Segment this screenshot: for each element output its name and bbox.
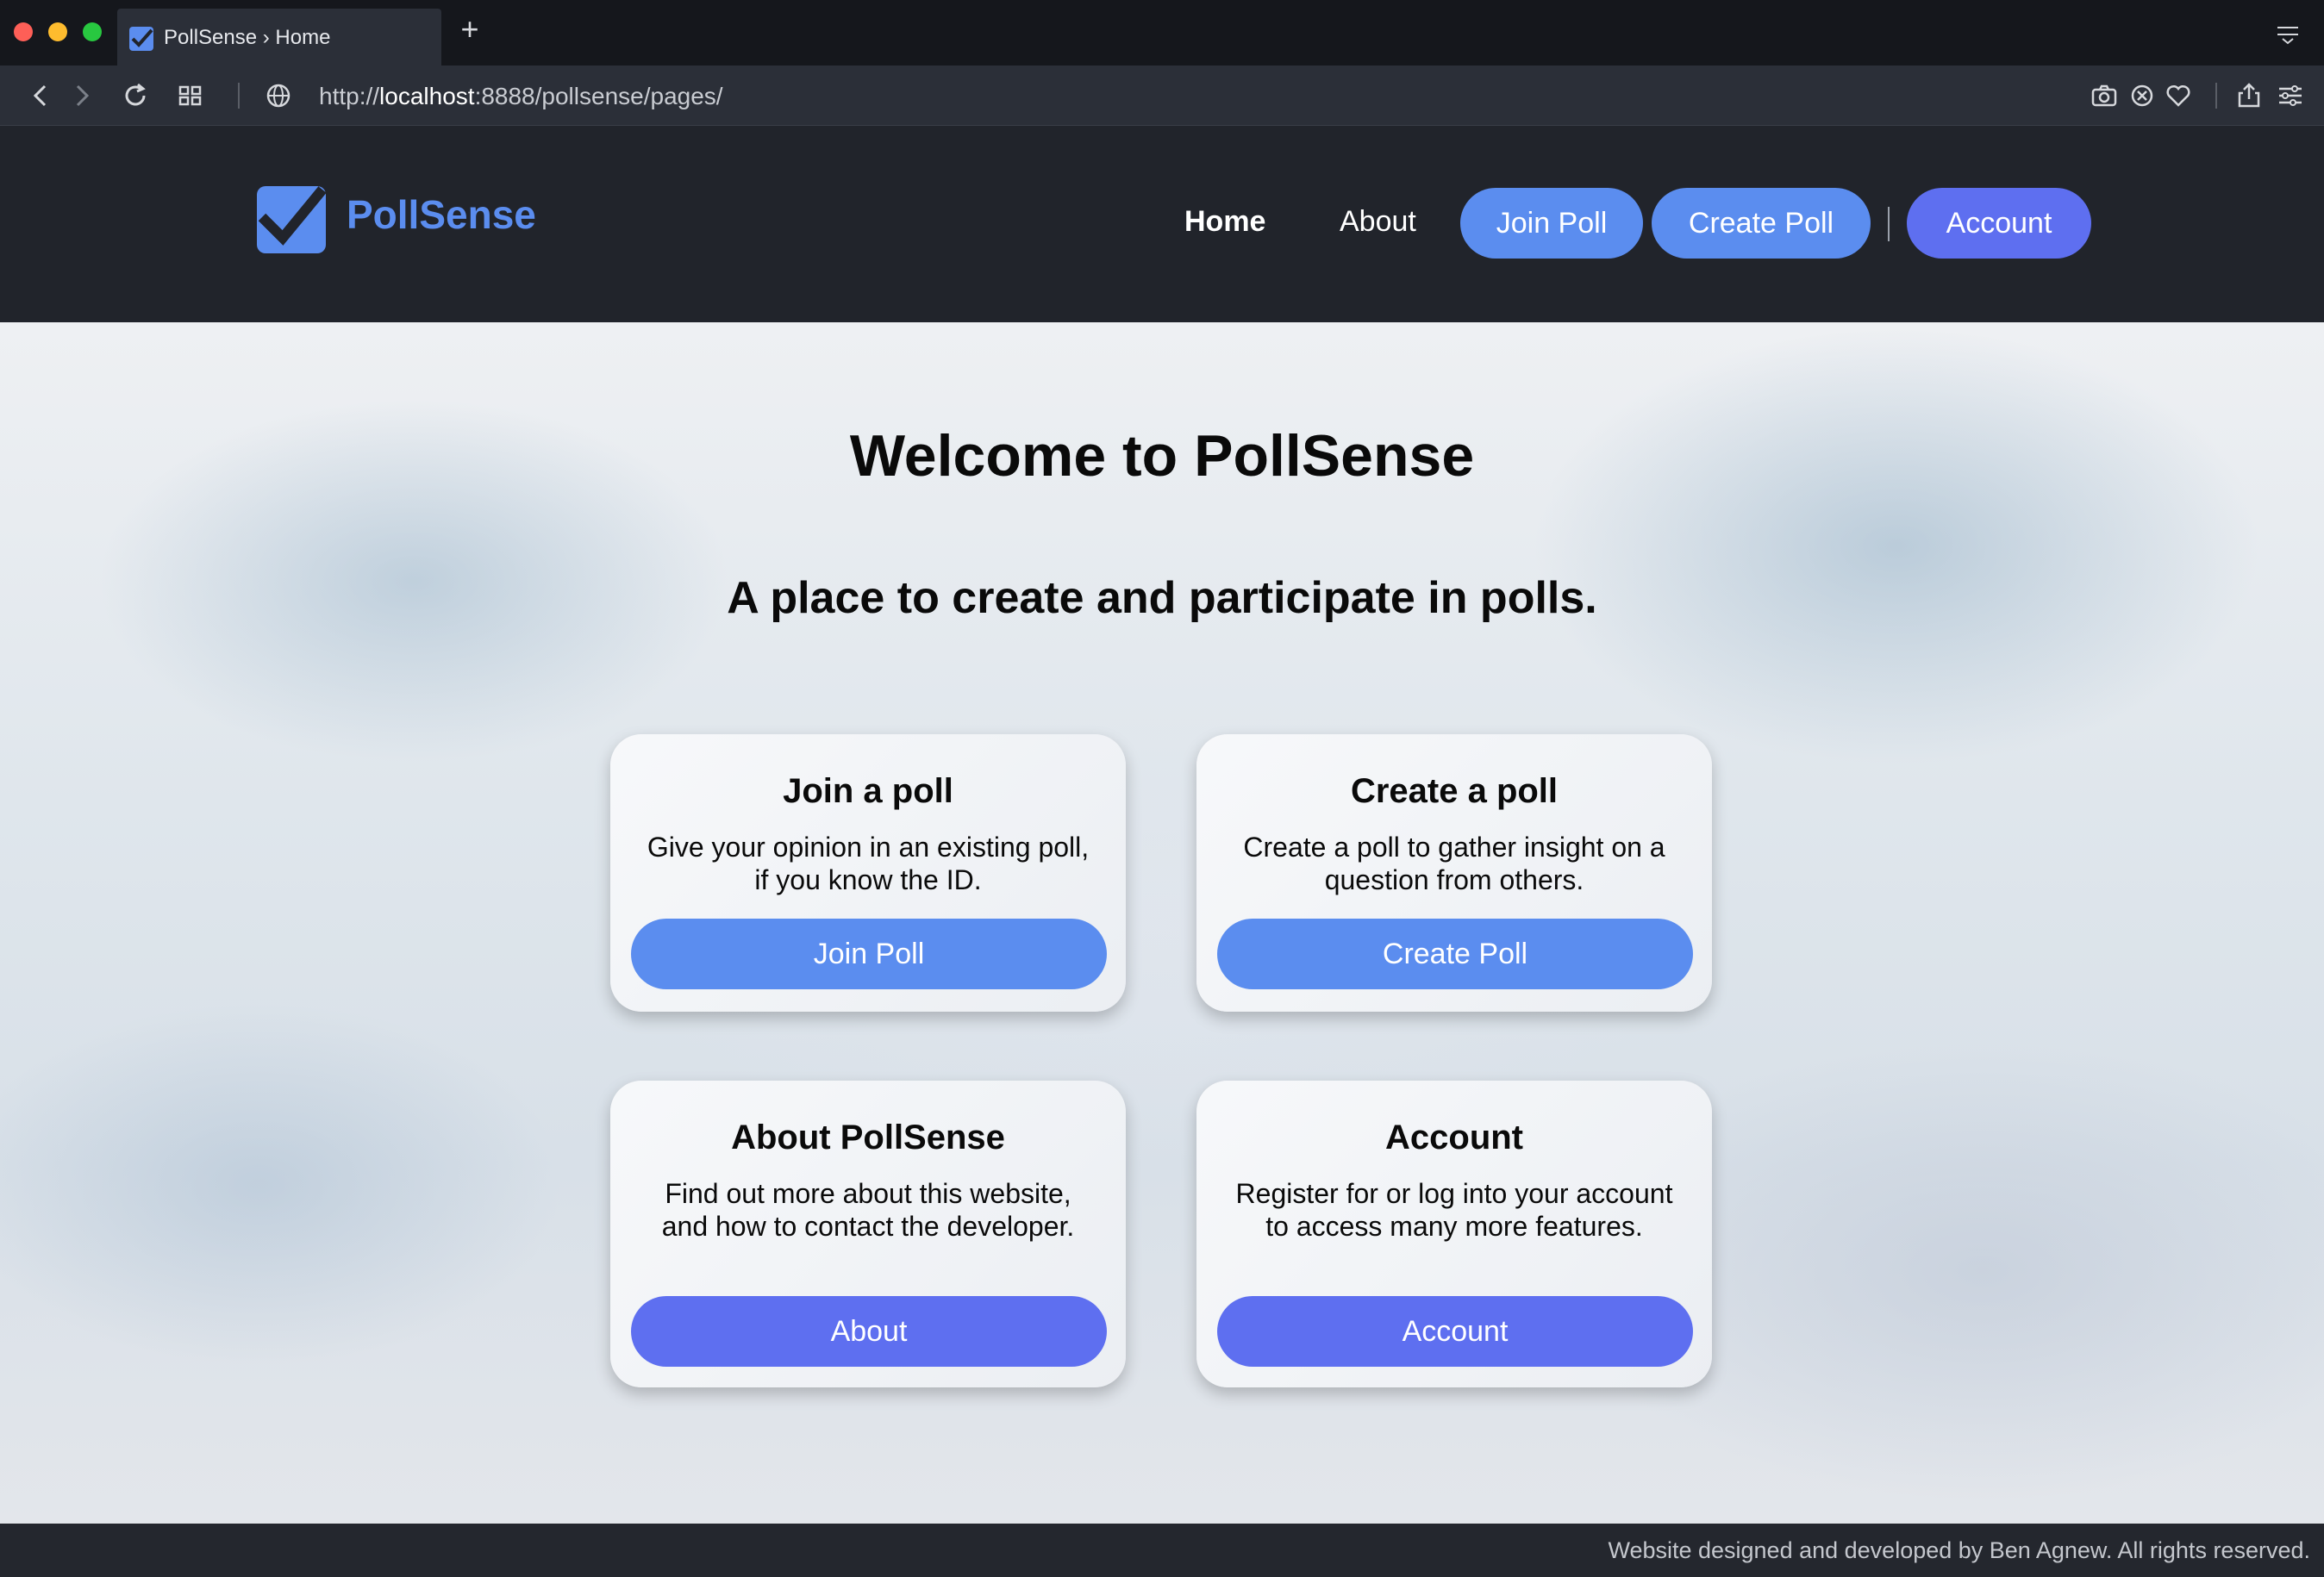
toolbar-divider [238,83,240,109]
card-description: Register for or log into your account to… [1235,1178,1673,1242]
new-tab-button[interactable]: + [457,12,483,47]
page-subtitle: A place to create and participate in pol… [727,573,1597,623]
browser-tab-active[interactable]: PollSense › Home [117,9,441,65]
camera-icon[interactable] [2090,81,2119,110]
site-header: PollSense Home About Join Poll Create Po… [0,126,2324,322]
tab-list-icon[interactable] [2276,24,2300,45]
footer-credits: Website designed and developed by Ben Ag… [1608,1537,2310,1563]
nav-account-button[interactable]: Account [1907,188,2091,259]
maximize-window-button[interactable] [83,22,102,41]
nav-about-link[interactable]: About [1340,205,1416,239]
url-scheme: http:// [319,83,380,109]
checkbox-check-icon[interactable] [255,183,328,255]
nav-create-poll-button[interactable]: Create Poll [1652,188,1871,259]
sliders-icon[interactable] [2276,81,2305,110]
site-footer: Website designed and developed by Ben Ag… [0,1524,2324,1577]
card-description: Find out more about this website, and ho… [661,1178,1075,1242]
join-poll-button[interactable]: Join Poll [631,919,1107,989]
join-poll-card: Join a poll Give your opinion in an exis… [610,734,1126,1012]
browser-tab-bar: PollSense › Home + [0,0,2324,65]
card-title: About PollSense [731,1119,1005,1156]
url-host: localhost [379,83,475,109]
share-icon[interactable] [2234,81,2264,110]
heart-icon[interactable] [2164,81,2193,110]
create-poll-card: Create a poll Create a poll to gather in… [1196,734,1712,1012]
address-bar: http://localhost:8888/pollsense/pages/ [0,65,2324,126]
globe-icon [266,84,290,108]
brand-name[interactable]: PollSense [347,191,536,238]
url-path: :8888/pollsense/pages/ [474,83,723,109]
back-arrow-icon[interactable] [26,81,55,110]
url-field[interactable]: http://localhost:8888/pollsense/pages/ [319,83,723,110]
grid-icon[interactable] [176,81,205,110]
card-description: Give your opinion in an existing poll, i… [647,832,1090,895]
checkbox-check-icon [129,27,153,51]
tab-title: PollSense › Home [164,26,331,49]
minimize-window-button[interactable] [48,22,67,41]
account-card: Account Register for or log into your ac… [1196,1081,1712,1387]
forward-arrow-icon[interactable] [67,81,97,110]
close-window-button[interactable] [14,22,33,41]
account-button[interactable]: Account [1217,1296,1693,1367]
nav-divider [1888,207,1890,241]
nav-home-link[interactable]: Home [1184,205,1265,239]
card-title: Account [1385,1119,1523,1156]
toolbar-divider [2215,83,2217,109]
card-title: Join a poll [783,772,953,810]
page-title: Welcome to PollSense [849,423,1475,489]
nav-join-poll-button[interactable]: Join Poll [1460,188,1643,259]
hero-section: Welcome to PollSense A place to create a… [0,322,2324,1524]
about-card: About PollSense Find out more about this… [610,1081,1126,1387]
create-poll-button[interactable]: Create Poll [1217,919,1693,989]
card-title: Create a poll [1350,772,1559,810]
about-button[interactable]: About [631,1296,1107,1367]
block-icon[interactable] [2127,81,2157,110]
card-description: Create a poll to gather insight on a que… [1243,832,1665,895]
reload-icon[interactable] [121,81,150,110]
